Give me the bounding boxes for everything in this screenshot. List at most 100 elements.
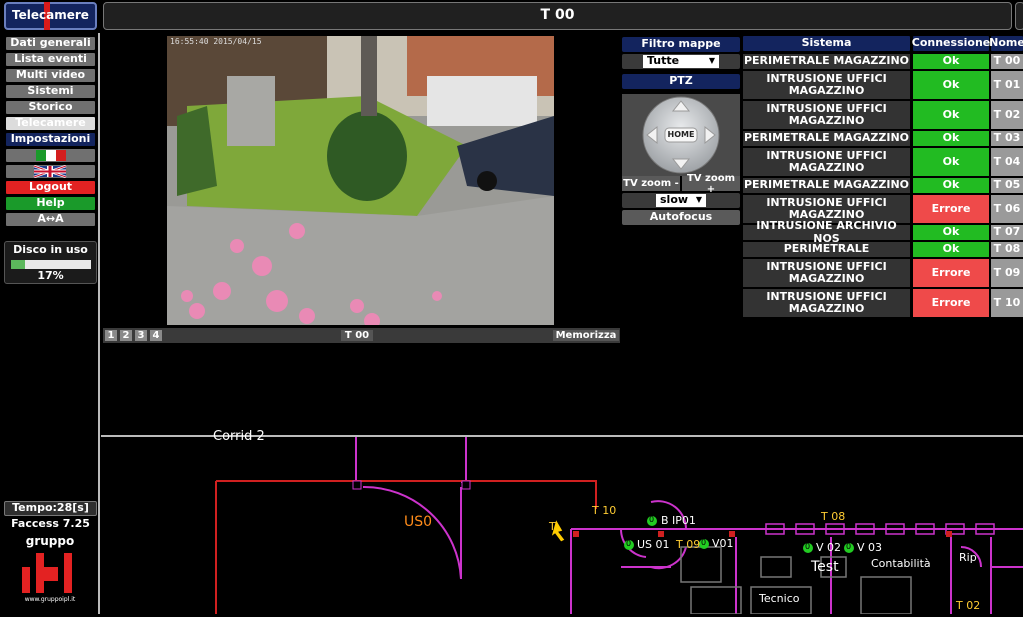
sensor-us01-num: 0 <box>626 539 632 548</box>
camera-name-label: T 00 <box>341 330 373 341</box>
ptz-home-button[interactable]: HOME <box>665 128 697 142</box>
camera-feed[interactable] <box>167 36 554 325</box>
table-cell-nome[interactable]: T 04 <box>991 148 1023 176</box>
header-nome: Nome <box>989 36 1023 51</box>
camera-image <box>167 36 554 325</box>
video-toolbar: 1 2 3 4 T 00 Memorizza <box>103 328 620 343</box>
table-cell-nome[interactable]: T 09 <box>991 259 1023 287</box>
table-cell-sistema[interactable]: INTRUSIONE UFFICI MAGAZZINO <box>743 259 910 287</box>
table-cell-connessione: Ok <box>913 71 989 99</box>
page-button-4[interactable]: 4 <box>150 330 162 341</box>
top-bar-extra <box>1015 2 1023 30</box>
speed-value: slow <box>660 193 689 207</box>
page-button-3[interactable]: 3 <box>135 330 147 341</box>
table-cell-nome[interactable]: T 02 <box>991 101 1023 129</box>
help-button[interactable]: Help <box>6 197 95 210</box>
sidebar-item-multi-video[interactable]: Multi video <box>6 69 95 82</box>
sensor-bip01-num: 0 <box>649 515 655 524</box>
table-cell-sistema[interactable]: PERIMETRALE MAGAZZINO <box>743 178 910 193</box>
english-flag-button[interactable] <box>6 164 95 179</box>
logo-text: gruppo <box>25 534 75 548</box>
sensor-us01-label[interactable]: US 01 <box>637 538 670 551</box>
room-contabilita-label: Contabilità <box>871 557 931 570</box>
table-cell-connessione: Ok <box>913 225 989 240</box>
speed-wrapper: slow ▼ <box>622 193 740 208</box>
header-sistema: Sistema <box>743 36 910 51</box>
sidebar-item-lista-eventi[interactable]: Lista eventi <box>6 53 95 66</box>
table-cell-connessione: Ok <box>913 178 989 193</box>
table-cell-nome[interactable]: T 08 <box>991 242 1023 257</box>
sensor-v01-num: 0 <box>701 538 707 547</box>
font-size-toggle[interactable]: A↔A <box>6 213 95 226</box>
version-label: Faccess 7.25 <box>11 517 90 531</box>
page-button-2[interactable]: 2 <box>120 330 132 341</box>
map-filter-wrapper: Tutte ▼ <box>622 54 740 69</box>
logo-url: www.gruppoipl.it <box>24 596 76 603</box>
session-timer: Tempo:28[s] <box>4 501 97 516</box>
sensor-bip01-label[interactable]: B IP01 <box>661 514 696 527</box>
page-title: T 00 <box>103 2 1012 30</box>
header-connessione: Connessione <box>911 36 991 51</box>
camera-t-label[interactable]: T <box>549 520 556 533</box>
sidebar-item-impostazioni[interactable]: Impostazioni <box>6 133 95 146</box>
map-filter-value: Tutte <box>647 54 680 68</box>
systems-table: Sistema Connessione Nome PERIMETRALE MAG… <box>743 36 1023 323</box>
room-tecnico-label: Tecnico <box>759 592 800 605</box>
sidebar-item-dati-generali[interactable]: Dati generali <box>6 37 95 50</box>
table-cell-nome[interactable]: T 07 <box>991 225 1023 240</box>
table-cell-nome[interactable]: T 00 <box>991 54 1023 69</box>
map-filter-title: Filtro mappe <box>622 37 740 52</box>
brand-button[interactable]: Telecamere <box>4 2 97 30</box>
camera-t02-label[interactable]: T 02 <box>956 599 980 612</box>
table-cell-sistema[interactable]: INTRUSIONE UFFICI MAGAZZINO <box>743 101 910 129</box>
disk-usage-percent: 17% <box>37 268 64 282</box>
italian-flag-button[interactable] <box>6 149 95 162</box>
table-cell-sistema[interactable]: PERIMETRALE <box>743 242 910 257</box>
table-cell-connessione: Ok <box>913 148 989 176</box>
table-cell-sistema[interactable]: INTRUSIONE UFFICI MAGAZZINO <box>743 148 910 176</box>
sensor-v02-label[interactable]: V 02 <box>816 541 841 554</box>
logout-button[interactable]: Logout <box>6 181 95 194</box>
floor-map[interactable]: Corrid 2 US0 T 10 T T 08 T 09 T 02 0 0 0… <box>101 429 1023 615</box>
table-cell-nome[interactable]: T 05 <box>991 178 1023 193</box>
ptz-pad: HOME <box>622 94 740 176</box>
disk-usage-panel: Disco in uso 17% <box>4 241 97 284</box>
table-cell-connessione: Ok <box>913 131 989 146</box>
sensor-v03-label[interactable]: V 03 <box>857 541 882 554</box>
company-logo: gruppo www.gruppoipl.it <box>14 533 86 609</box>
disk-usage-label: Disco in uso <box>13 243 88 257</box>
save-button[interactable]: Memorizza <box>553 330 619 341</box>
uk-flag-icon <box>33 164 67 179</box>
zoom-out-button[interactable]: TV zoom - <box>622 176 680 191</box>
table-cell-sistema[interactable]: PERIMETRALE MAGAZZINO <box>743 131 910 146</box>
room-rip-label: Rip <box>959 551 977 564</box>
sidebar-item-telecamere[interactable]: Telecamere <box>6 117 95 130</box>
camera-t10-label[interactable]: T 10 <box>592 504 616 517</box>
table-cell-sistema[interactable]: INTRUSIONE ARCHIVIO NOS <box>743 220 910 244</box>
autofocus-button[interactable]: Autofocus <box>622 210 740 225</box>
table-cell-connessione: Errore <box>913 259 989 287</box>
sidebar-item-sistemi[interactable]: Sistemi <box>6 85 95 98</box>
map-filter-select[interactable]: Tutte ▼ <box>643 55 719 68</box>
ipl-logo-icon <box>22 553 72 593</box>
page-button-1[interactable]: 1 <box>105 330 117 341</box>
control-panel: Filtro mappe Tutte ▼ PTZ HOME TV zoom - … <box>622 36 742 226</box>
table-cell-nome[interactable]: T 06 <box>991 195 1023 223</box>
zoom-in-button[interactable]: TV zoom + <box>682 173 740 195</box>
table-cell-sistema[interactable]: INTRUSIONE UFFICI MAGAZZINO <box>743 289 910 317</box>
table-cell-connessione: Ok <box>913 242 989 257</box>
table-cell-sistema[interactable]: PERIMETRALE MAGAZZINO <box>743 54 910 69</box>
camera-t09-label[interactable]: T 09 <box>676 538 700 551</box>
table-cell-nome[interactable]: T 03 <box>991 131 1023 146</box>
room-test-label: Test <box>811 559 839 575</box>
dropdown-arrow-icon: ▼ <box>708 56 715 66</box>
floor-plan-drawing <box>215 437 1023 615</box>
sidebar-item-storico[interactable]: Storico <box>6 101 95 114</box>
speed-select[interactable]: slow ▼ <box>656 194 706 207</box>
camera-t08-label[interactable]: T 08 <box>821 510 845 523</box>
table-cell-nome[interactable]: T 01 <box>991 71 1023 99</box>
sensor-v02-num: 0 <box>805 542 811 551</box>
sensor-v01-label[interactable]: V01 <box>712 537 734 550</box>
table-cell-sistema[interactable]: INTRUSIONE UFFICI MAGAZZINO <box>743 71 910 99</box>
table-cell-nome[interactable]: T 10 <box>991 289 1023 317</box>
